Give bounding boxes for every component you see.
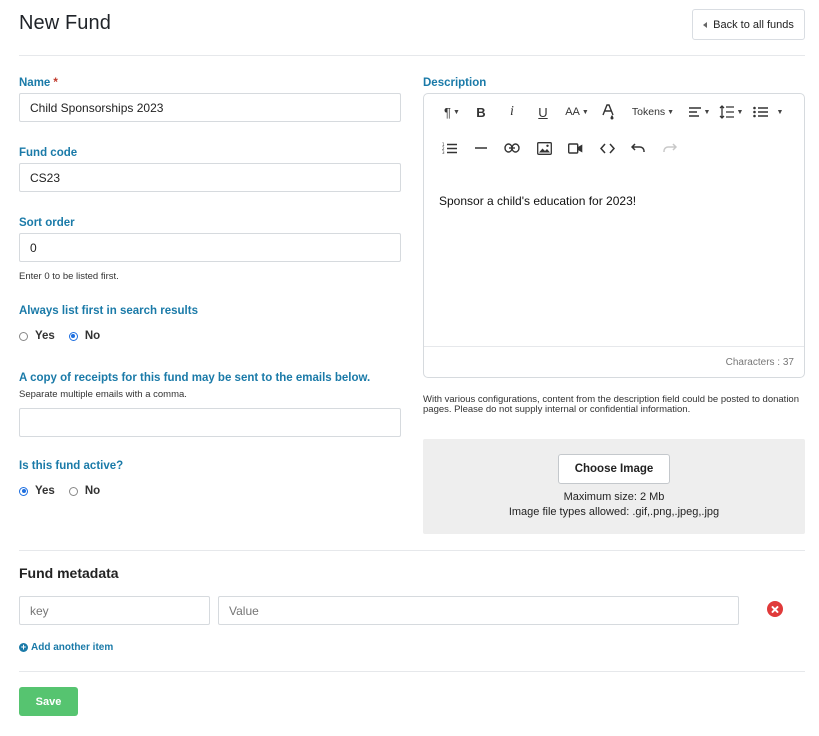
list-first-label: Always list first in search results xyxy=(19,305,198,317)
list-first-radio-group: Yes No xyxy=(19,330,114,342)
receipt-emails-input[interactable] xyxy=(19,408,401,437)
horizontal-rule-button[interactable] xyxy=(472,136,490,160)
caret-left-icon xyxy=(703,21,708,28)
name-label: Name * xyxy=(19,77,58,89)
back-button-label: Back to all funds xyxy=(713,18,794,31)
ordered-list-icon: 1 2 3 xyxy=(442,142,457,155)
active-label: Is this fund active? xyxy=(19,460,124,472)
save-button[interactable]: Save xyxy=(19,687,78,716)
radio-unchecked-icon xyxy=(68,486,78,496)
undo-icon xyxy=(631,143,645,152)
underline-button[interactable]: U xyxy=(534,100,552,124)
redo-button[interactable] xyxy=(661,136,679,160)
dropdown-caret-icon: ▼ xyxy=(453,108,460,116)
remove-item-icon[interactable] xyxy=(767,601,783,617)
receipt-emails-help: Separate multiple emails with a comma. xyxy=(19,389,187,400)
bold-button[interactable]: B xyxy=(472,100,490,124)
image-max-size: Maximum size: 2 Mb xyxy=(563,491,665,503)
text-color-icon xyxy=(602,104,614,120)
description-editor: ¶ ▼ B i U AA ▼ Tokens ▼ ▼ ▼ ▼ 1 2 3 Spon… xyxy=(423,93,805,378)
receipt-emails-label: A copy of receipts for this fund may be … xyxy=(19,372,371,384)
page-title: New Fund xyxy=(19,12,111,34)
active-radio-group: Yes No xyxy=(19,485,114,497)
image-icon xyxy=(536,141,552,155)
dropdown-caret-icon: ▼ xyxy=(736,108,744,116)
insert-video-button[interactable] xyxy=(566,136,584,160)
insert-link-button[interactable] xyxy=(502,136,522,160)
tokens-dropdown[interactable]: Tokens ▼ xyxy=(630,100,676,124)
italic-button[interactable]: i xyxy=(504,100,520,124)
add-another-item-link[interactable]: + Add another item xyxy=(19,642,113,653)
video-camera-icon xyxy=(567,142,582,154)
choose-image-button[interactable]: Choose Image xyxy=(558,454,670,484)
image-file-types: Image file types allowed: .gif,.png,.jpe… xyxy=(508,506,720,518)
sort-order-label: Sort order xyxy=(19,217,75,229)
plus-circle-icon: + xyxy=(19,642,28,652)
fund-code-label: Fund code xyxy=(19,147,78,159)
code-view-button[interactable] xyxy=(598,136,616,160)
list-first-no[interactable]: No xyxy=(68,330,100,342)
section-divider xyxy=(19,550,805,551)
metadata-value-input[interactable] xyxy=(218,596,739,625)
back-to-all-funds-button[interactable]: Back to all funds xyxy=(692,9,805,40)
bullet-list-icon xyxy=(752,106,768,118)
sort-order-input[interactable] xyxy=(19,233,401,262)
name-input[interactable] xyxy=(19,93,401,122)
description-label: Description xyxy=(423,77,487,89)
image-upload-area: Choose Image Maximum size: 2 Mb Image fi… xyxy=(423,439,805,534)
active-yes[interactable]: Yes xyxy=(19,485,55,497)
active-no[interactable]: No xyxy=(68,485,100,497)
line-height-button[interactable]: ▼ xyxy=(718,100,744,124)
line-height-icon xyxy=(719,105,734,119)
metadata-key-input[interactable] xyxy=(19,596,210,625)
undo-button[interactable] xyxy=(629,136,647,160)
sort-order-help: Enter 0 to be listed first. xyxy=(19,271,119,282)
redo-icon xyxy=(663,143,677,152)
description-note: With various configurations, content fro… xyxy=(423,394,799,415)
svg-text:3: 3 xyxy=(442,150,445,155)
fund-metadata-title: Fund metadata xyxy=(19,565,119,581)
bullet-list-button[interactable] xyxy=(750,100,770,124)
align-button[interactable]: ▼ xyxy=(686,100,712,124)
character-counter: Characters : 37 xyxy=(424,346,804,378)
dropdown-caret-icon: ▼ xyxy=(703,108,711,116)
header-divider xyxy=(19,55,805,56)
radio-checked-icon xyxy=(68,331,78,341)
font-size-button[interactable]: AA ▼ xyxy=(564,100,590,124)
horizontal-rule-icon xyxy=(475,147,487,149)
footer-divider xyxy=(19,671,805,672)
link-icon xyxy=(504,143,520,153)
more-options-dropdown[interactable]: ▼ xyxy=(772,100,786,124)
description-content[interactable]: Sponsor a child's education for 2023! xyxy=(439,194,636,208)
dropdown-caret-icon: ▼ xyxy=(667,108,675,116)
align-left-icon xyxy=(688,107,701,117)
list-first-yes[interactable]: Yes xyxy=(19,330,55,342)
radio-unchecked-icon xyxy=(19,331,28,341)
ordered-list-button[interactable]: 1 2 3 xyxy=(439,136,459,160)
radio-checked-icon xyxy=(19,486,28,496)
required-mark: * xyxy=(53,77,58,89)
fund-code-input[interactable] xyxy=(19,163,401,192)
dropdown-caret-icon: ▼ xyxy=(581,108,589,116)
paragraph-format-button[interactable]: ¶ ▼ xyxy=(439,100,465,124)
insert-image-button[interactable] xyxy=(535,136,553,160)
text-color-button[interactable] xyxy=(600,100,616,124)
dropdown-caret-icon: ▼ xyxy=(776,108,784,116)
code-icon xyxy=(599,143,615,153)
